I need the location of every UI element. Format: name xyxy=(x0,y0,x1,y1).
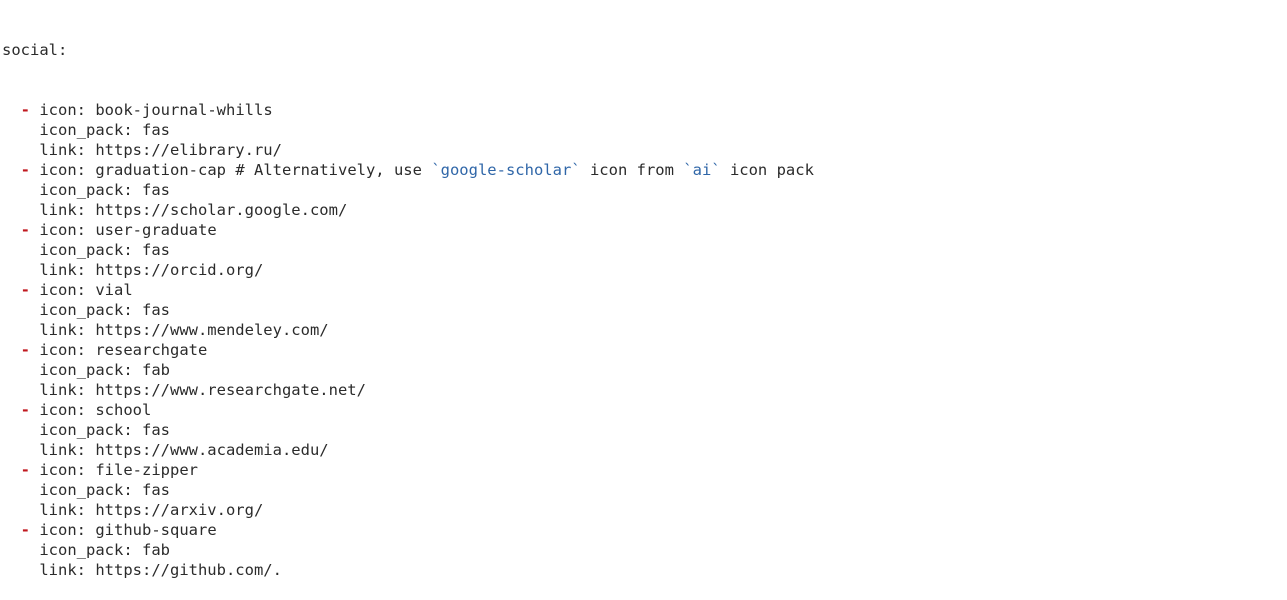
social-entry: - icon: book-journal-whills icon_pack: f… xyxy=(2,100,814,160)
link-key: link: xyxy=(39,561,96,579)
entry-link-line: link: https://scholar.google.com/ xyxy=(2,200,814,220)
icon-pack-value: fas xyxy=(141,181,170,199)
list-dash: - xyxy=(20,101,40,119)
entry-link-line: link: https://www.academia.edu/ xyxy=(2,440,814,460)
link-key: link: xyxy=(39,321,96,339)
entry-icon-pack-line: icon_pack: fas xyxy=(2,480,814,500)
icon-pack-key: icon_pack: xyxy=(39,181,142,199)
link-key: link: xyxy=(39,141,96,159)
link-value: https://scholar.google.com/ xyxy=(95,201,348,219)
icon-pack-key: icon_pack: xyxy=(39,121,142,139)
entry-icon-pack-line: icon_pack: fas xyxy=(2,420,814,440)
comment-code-string: `google-scholar` xyxy=(431,161,581,179)
icon-value: user-graduate xyxy=(95,221,217,239)
icon-value: researchgate xyxy=(95,341,208,359)
entry-icon-pack-line: icon_pack: fab xyxy=(2,360,814,380)
link-value: https://arxiv.org/ xyxy=(95,501,264,519)
icon-value: github-square xyxy=(95,521,217,539)
link-value: https://orcid.org/ xyxy=(95,261,264,279)
icon-value: file-zipper xyxy=(95,461,198,479)
list-dash: - xyxy=(20,521,40,539)
social-entry: - icon: researchgate icon_pack: fab link… xyxy=(2,340,814,400)
social-entry: - icon: school icon_pack: fas link: http… xyxy=(2,400,814,460)
social-entry: - icon: file-zipper icon_pack: fas link:… xyxy=(2,460,814,520)
icon-key: icon: xyxy=(39,521,96,539)
entry-link-line: link: https://elibrary.ru/ xyxy=(2,140,814,160)
icon-pack-value: fas xyxy=(141,421,170,439)
entry-icon-pack-line: icon_pack: fas xyxy=(2,180,814,200)
icon-pack-value: fas xyxy=(141,121,170,139)
social-entry: - icon: vial icon_pack: fas link: https:… xyxy=(2,280,814,340)
icon-value: school xyxy=(95,401,152,419)
icon-pack-key: icon_pack: xyxy=(39,481,142,499)
comment-text: # Alternatively, use xyxy=(226,161,432,179)
icon-key: icon: xyxy=(39,401,96,419)
entry-icon-line: - icon: school xyxy=(2,400,814,420)
link-key: link: xyxy=(39,201,96,219)
entry-icon-pack-line: icon_pack: fab xyxy=(2,540,814,560)
comment-text: icon from xyxy=(580,161,684,179)
comment-text: icon pack xyxy=(720,161,814,179)
icon-key: icon: xyxy=(39,221,96,239)
icon-key: icon: xyxy=(39,341,96,359)
entry-icon-line: - icon: book-journal-whills xyxy=(2,100,814,120)
social-entry: - icon: github-square icon_pack: fab lin… xyxy=(2,520,814,580)
link-key: link: xyxy=(39,261,96,279)
list-dash: - xyxy=(20,221,40,239)
entry-link-line: link: https://www.mendeley.com/ xyxy=(2,320,814,340)
icon-pack-value: fas xyxy=(141,481,170,499)
icon-pack-key: icon_pack: xyxy=(39,421,142,439)
icon-pack-key: icon_pack: xyxy=(39,301,142,319)
entry-icon-line: - icon: github-square xyxy=(2,520,814,540)
icon-pack-key: icon_pack: xyxy=(39,361,142,379)
entry-link-line: link: https://arxiv.org/ xyxy=(2,500,814,520)
link-value: https://www.researchgate.net/ xyxy=(95,381,366,399)
icon-key: icon: xyxy=(39,101,96,119)
entry-icon-line: - icon: user-graduate xyxy=(2,220,814,240)
social-entry: - icon: user-graduate icon_pack: fas lin… xyxy=(2,220,814,280)
icon-key: icon: xyxy=(39,461,96,479)
icon-value: vial xyxy=(95,281,133,299)
entry-icon-line: - icon: file-zipper xyxy=(2,460,814,480)
icon-pack-key: icon_pack: xyxy=(39,241,142,259)
entry-link-line: link: https://github.com/. xyxy=(2,560,814,580)
link-value: https://elibrary.ru/ xyxy=(95,141,282,159)
icon-key: icon: xyxy=(39,281,96,299)
entry-icon-pack-line: icon_pack: fas xyxy=(2,120,814,140)
icon-key: icon: xyxy=(39,161,96,179)
link-value: https://www.academia.edu/ xyxy=(95,441,329,459)
social-entries-list: - icon: book-journal-whills icon_pack: f… xyxy=(2,100,814,580)
icon-pack-value: fab xyxy=(141,541,170,559)
list-dash: - xyxy=(20,401,40,419)
entry-link-line: link: https://www.researchgate.net/ xyxy=(2,380,814,400)
icon-pack-value: fas xyxy=(141,241,170,259)
yaml-key-social: social: xyxy=(2,41,68,59)
list-dash: - xyxy=(20,461,40,479)
link-key: link: xyxy=(39,501,96,519)
entry-icon-line: - icon: vial xyxy=(2,280,814,300)
list-dash: - xyxy=(20,161,40,179)
link-key: link: xyxy=(39,381,96,399)
list-dash: - xyxy=(20,281,40,299)
comment-code-string: `ai` xyxy=(683,161,721,179)
icon-value: graduation-cap xyxy=(95,161,226,179)
entry-icon-line: - icon: graduation-cap # Alternatively, … xyxy=(2,160,814,180)
icon-value: book-journal-whills xyxy=(95,101,273,119)
link-key: link: xyxy=(39,441,96,459)
link-value: https://www.mendeley.com/ xyxy=(95,321,329,339)
icon-pack-value: fas xyxy=(141,301,170,319)
entry-icon-line: - icon: researchgate xyxy=(2,340,814,360)
entry-icon-pack-line: icon_pack: fas xyxy=(2,300,814,320)
yaml-code-block: social: - icon: book-journal-whills icon… xyxy=(2,0,814,600)
icon-pack-value: fab xyxy=(141,361,170,379)
list-dash: - xyxy=(20,341,40,359)
link-value: https://github.com/. xyxy=(95,561,282,579)
entry-icon-pack-line: icon_pack: fas xyxy=(2,240,814,260)
entry-link-line: link: https://orcid.org/ xyxy=(2,260,814,280)
social-entry: - icon: graduation-cap # Alternatively, … xyxy=(2,160,814,220)
icon-pack-key: icon_pack: xyxy=(39,541,142,559)
